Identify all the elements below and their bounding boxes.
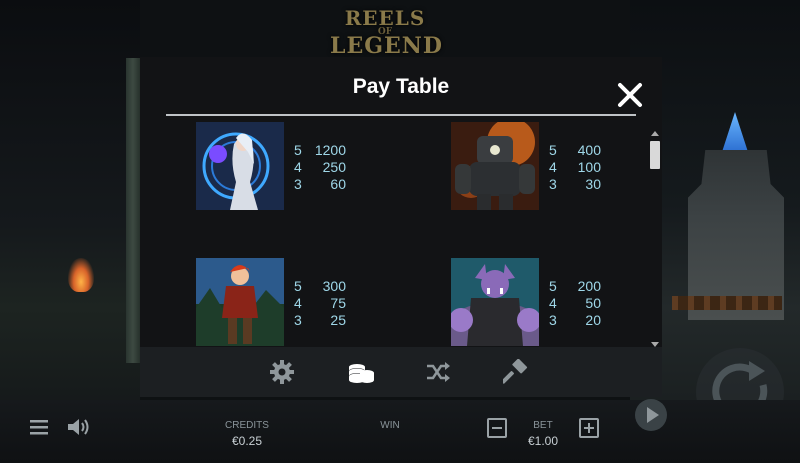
paytable-entry-sorceress: 5 1200 4 250 3 60: [196, 122, 416, 212]
speaker-icon: [68, 419, 89, 435]
logo-line1: REELS: [344, 6, 426, 30]
gear-icon: [270, 360, 294, 384]
pay-amount: 75: [330, 295, 346, 311]
pay-amount: 300: [322, 278, 346, 294]
golem-symbol: [451, 122, 539, 210]
pay-amount: 200: [577, 278, 601, 294]
pay-count: 4: [294, 159, 302, 175]
paytable-panel: Pay Table 5 1200 4 250 3 60 5 400 4 100 …: [140, 57, 662, 347]
pay-count: 5: [294, 142, 302, 158]
paytable-pays-purple-orc: 5 200 4 50 3 20: [549, 278, 601, 329]
shuffle-icon: [427, 362, 450, 382]
paytable-title: Pay Table: [352, 75, 450, 98]
pay-count: 4: [294, 295, 302, 311]
pay-amount: 25: [330, 312, 346, 328]
menu-button[interactable]: [30, 419, 48, 435]
pay-count: 4: [549, 295, 557, 311]
background-left-scene: [0, 0, 140, 410]
pay-amount: 250: [322, 159, 346, 175]
red-haired-hero-symbol: [196, 258, 284, 346]
sound-button[interactable]: [67, 417, 91, 437]
bet-increase-button[interactable]: [579, 418, 599, 438]
settings-tab[interactable]: [269, 359, 295, 385]
pay-count: 3: [549, 176, 557, 192]
pay-amount: 60: [330, 176, 346, 192]
hamburger-icon: [30, 420, 48, 435]
tower-image: [688, 150, 784, 320]
pay-amount: 1200: [314, 142, 346, 158]
pay-count: 5: [549, 278, 557, 294]
scroll-thumb[interactable]: [650, 141, 660, 169]
coins-icon: [349, 364, 374, 383]
purple-orc-symbol: [451, 258, 539, 346]
rules-tab[interactable]: [501, 358, 529, 385]
paytable-entry-purple-orc: 5 200 4 50 3 20: [451, 258, 641, 347]
game-logo: REELS OF LEGEND: [330, 6, 443, 59]
hammer-icon: [501, 358, 528, 384]
close-icon: [618, 83, 642, 107]
scroll-up-arrow[interactable]: [651, 131, 659, 136]
paytable-divider: [166, 114, 636, 116]
fence-image: [672, 296, 782, 310]
paytable-scrollbar[interactable]: [650, 131, 660, 347]
pay-count: 4: [549, 159, 557, 175]
pay-amount: 20: [585, 312, 601, 328]
pay-count: 3: [294, 176, 302, 192]
pay-amount: 100: [577, 159, 601, 175]
bottom-bar: CREDITS €0.25 WIN BET €1.00: [0, 398, 800, 463]
pay-count: 3: [294, 312, 302, 328]
credits-value: €0.25: [231, 434, 263, 448]
close-button[interactable]: [614, 79, 646, 111]
paytable-tab[interactable]: [347, 359, 375, 385]
credits-label: CREDITS: [225, 420, 269, 431]
pay-amount: 30: [585, 176, 601, 192]
autoplay-button[interactable]: [634, 398, 668, 432]
bet-value: €1.00: [527, 434, 559, 448]
sorceress-symbol: [196, 122, 284, 210]
pay-amount: 50: [585, 295, 601, 311]
stone-pillar: [126, 58, 140, 363]
win-label: WIN: [380, 420, 400, 431]
pay-count: 3: [549, 312, 557, 328]
paytable-pays-sorceress: 5 1200 4 250 3 60: [294, 142, 346, 193]
pay-count: 5: [294, 278, 302, 294]
paytable-entry-red-haired-hero: 5 300 4 75 3 25: [196, 258, 416, 347]
bet-decrease-button[interactable]: [487, 418, 507, 438]
logo-line3: LEGEND: [330, 33, 443, 59]
paytable-pays-golem: 5 400 4 100 3 30: [549, 142, 601, 193]
campfire-image: [68, 258, 94, 292]
pay-count: 5: [549, 142, 557, 158]
paytable-entry-golem: 5 400 4 100 3 30: [451, 122, 641, 212]
play-icon: [635, 399, 667, 431]
features-tab[interactable]: [425, 359, 451, 385]
pay-amount: 400: [577, 142, 601, 158]
paytable-pays-red-haired-hero: 5 300 4 75 3 25: [294, 278, 346, 329]
paytable-toolbar: [140, 347, 662, 397]
bet-label: BET: [533, 420, 553, 431]
